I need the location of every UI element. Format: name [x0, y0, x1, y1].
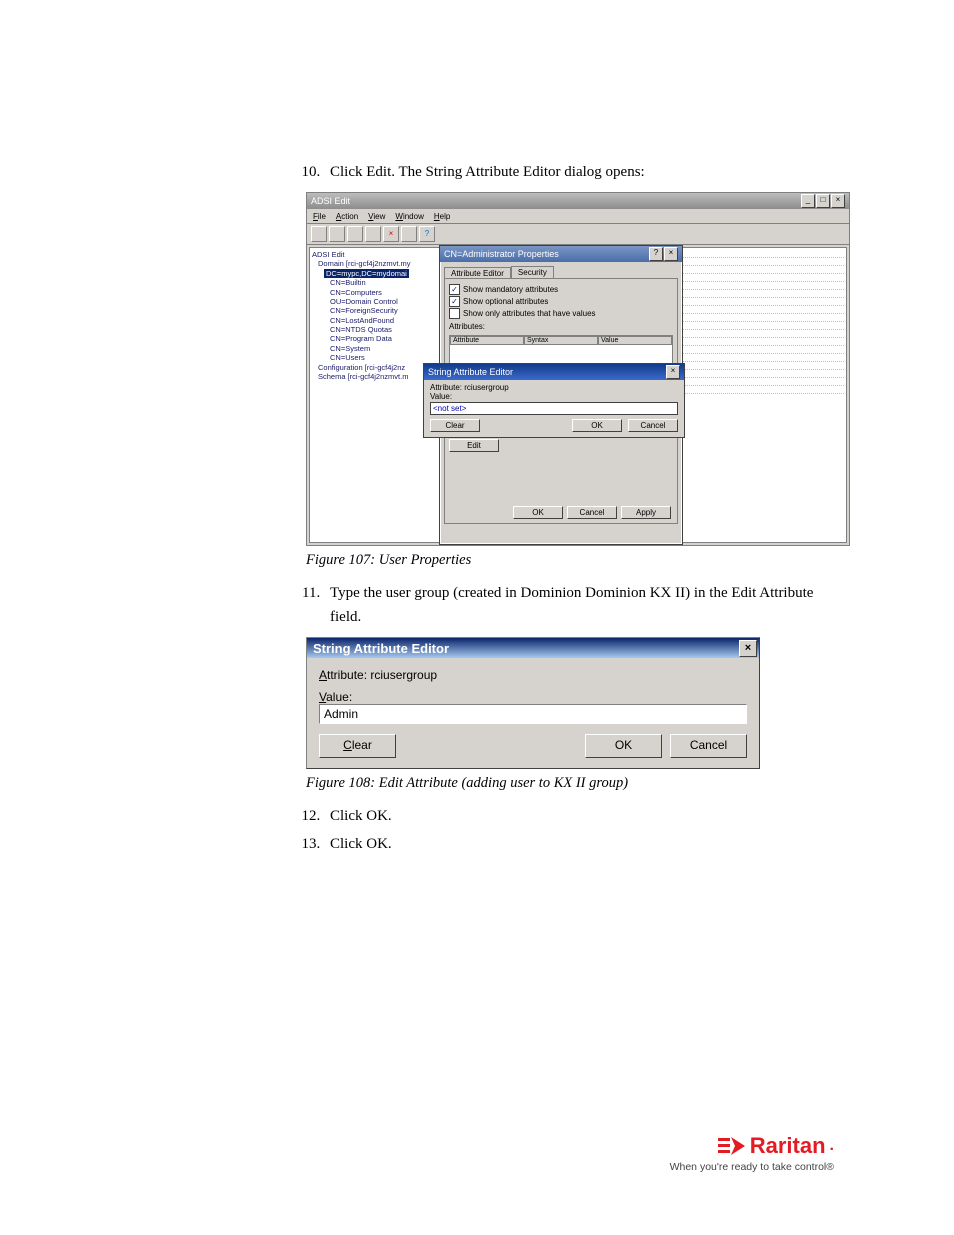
menu-item[interactable]: File [313, 212, 326, 221]
chk-values[interactable]: Show only attributes that have values [449, 308, 673, 319]
sae-value-label: Value: [430, 392, 678, 401]
cancel-button[interactable]: Cancel [567, 506, 617, 519]
grid-icon[interactable] [365, 226, 381, 242]
menu-item[interactable]: Action [336, 212, 358, 221]
sae-value[interactable]: <not set> [430, 402, 678, 415]
string-attr-editor-small: String Attribute Editor × Attribute: rci… [423, 363, 685, 438]
sae-lg-title: String Attribute Editor [313, 641, 449, 656]
attributes-label: Attributes: [449, 322, 673, 331]
adsi-toolbar[interactable]: × ? [307, 224, 849, 245]
menu-item[interactable]: View [368, 212, 385, 221]
help-icon[interactable]: ? [419, 226, 435, 242]
adsi-menubar[interactable]: File Action View Window Help [307, 209, 849, 224]
brand-name: Raritan [750, 1133, 826, 1159]
help-icon[interactable]: ? [649, 247, 663, 261]
window-title: ADSI Edit [311, 196, 350, 206]
clear-button[interactable]: Clear [319, 734, 396, 758]
column-header[interactable]: Value [598, 336, 672, 345]
close-icon[interactable]: × [739, 640, 757, 657]
chk-optional[interactable]: ✓Show optional attributes [449, 296, 673, 307]
sae-title: String Attribute Editor [428, 367, 513, 377]
sae-lg-value-label: Value: [319, 690, 747, 704]
menu-item[interactable]: Window [395, 212, 423, 221]
step-list-top: Click Edit. The String Attribute Editor … [300, 160, 842, 184]
back-icon[interactable] [311, 226, 327, 242]
delete-icon[interactable]: × [383, 226, 399, 242]
step-item: Click Edit. The String Attribute Editor … [324, 160, 842, 184]
step-item: Click OK. [324, 832, 842, 856]
adsi-titlebar: ADSI Edit _ □ × [307, 193, 849, 209]
close-icon[interactable]: × [831, 194, 845, 208]
props-titlebar: CN=Administrator Properties ? × [440, 246, 682, 262]
figure-107-screenshot: ADSI Edit _ □ × File Action View Window Help… [306, 192, 850, 546]
cancel-button[interactable]: Cancel [670, 734, 747, 758]
props-title: CN=Administrator Properties [444, 249, 559, 259]
sae-lg-attr-label: Attribute: rciusergroup [319, 668, 747, 682]
ok-button[interactable]: OK [572, 419, 622, 432]
step-item: Type the user group (created in Dominion… [324, 581, 842, 629]
step-list-bottom: Click OK. Click OK. [300, 804, 842, 856]
props-tabs[interactable]: Attribute Editor Security [440, 262, 682, 278]
step-item: Click OK. [324, 804, 842, 828]
tab-security[interactable]: Security [511, 266, 554, 278]
sae-lg-value-input[interactable] [319, 704, 747, 724]
column-header[interactable]: Syntax [524, 336, 598, 345]
edit-button[interactable]: Edit [449, 439, 499, 452]
step-list-mid: Type the user group (created in Dominion… [300, 581, 842, 629]
up-icon[interactable] [347, 226, 363, 242]
brand-tagline: When you're ready to take control® [670, 1161, 834, 1173]
cancel-button[interactable]: Cancel [628, 419, 678, 432]
refresh-icon[interactable] [401, 226, 417, 242]
close-icon[interactable]: × [666, 365, 680, 379]
apply-button[interactable]: Apply [621, 506, 671, 519]
footer-brand: Raritan. When you're ready to take contr… [670, 1133, 834, 1173]
ok-button[interactable]: OK [585, 734, 662, 758]
raritan-logo-icon [718, 1135, 746, 1157]
menu-item[interactable]: Help [434, 212, 450, 221]
forward-icon[interactable] [329, 226, 345, 242]
sae-attr-label: Attribute: rciusergroup [430, 383, 678, 392]
string-attr-editor-large: String Attribute Editor × Attribute: rci… [306, 637, 760, 769]
ok-button[interactable]: OK [513, 506, 563, 519]
minimize-icon[interactable]: _ [801, 194, 815, 208]
chk-mandatory[interactable]: ✓Show mandatory attributes [449, 284, 673, 295]
column-header[interactable]: Attribute [450, 336, 524, 345]
clear-button[interactable]: Clear [430, 419, 480, 432]
close-icon[interactable]: × [664, 247, 678, 261]
properties-dialog: CN=Administrator Properties ? × Attribut… [439, 245, 683, 545]
maximize-icon[interactable]: □ [816, 194, 830, 208]
figure-108-caption: Figure 108: Edit Attribute (adding user … [306, 775, 842, 792]
figure-107-caption: Figure 107: User Properties [306, 552, 842, 569]
